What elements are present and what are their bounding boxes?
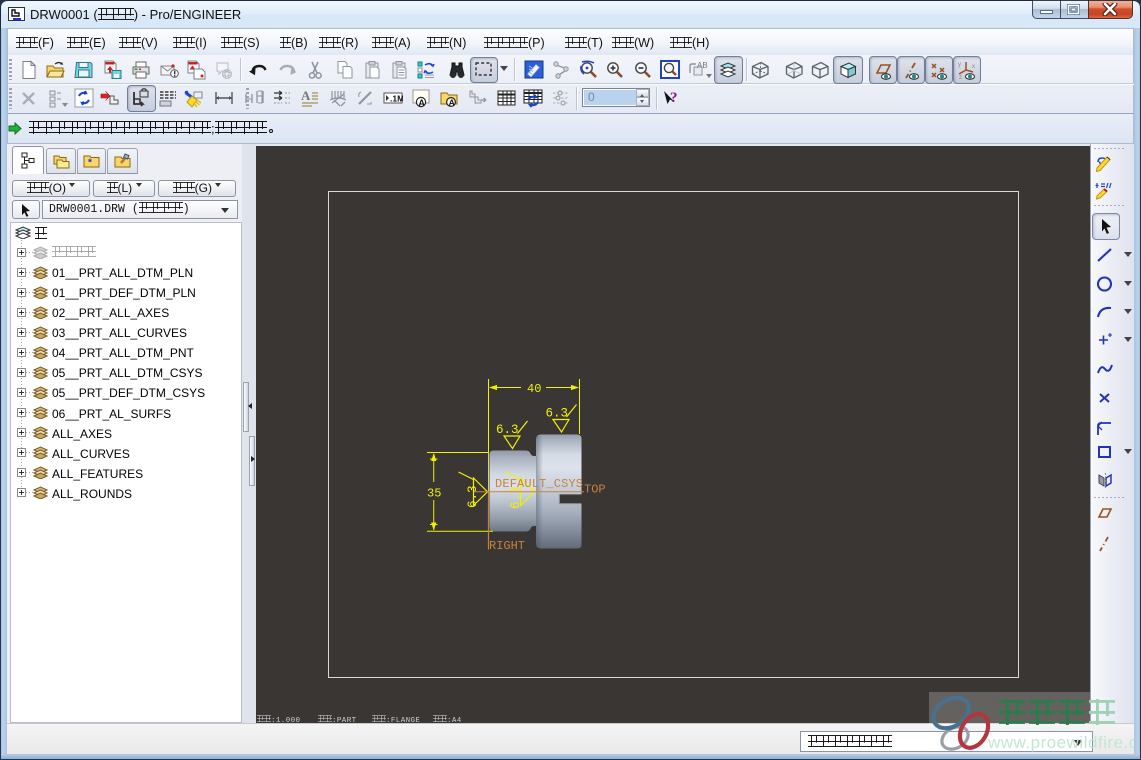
svg-text:y: y: [958, 62, 961, 68]
svg-text:RIGHT: RIGHT: [489, 539, 525, 553]
svg-text:TOP: TOP: [584, 483, 606, 497]
svg-text:*: *: [88, 158, 92, 169]
svg-text:6.3: 6.3: [546, 407, 569, 421]
svg-text:6.3: 6.3: [466, 485, 480, 508]
svg-text:AB: AB: [697, 61, 708, 70]
svg-text:40: 40: [527, 382, 541, 396]
svg-text:.1M: .1M: [390, 94, 403, 104]
svg-text:?: ?: [670, 90, 678, 106]
svg-text:DEFAULT_CSYS: DEFAULT_CSYS: [495, 477, 583, 491]
svg-text:x: x: [972, 64, 975, 70]
svg-text:A: A: [301, 88, 311, 103]
svg-text:z: z: [959, 75, 962, 80]
svg-text:A: A: [418, 98, 425, 108]
svg-text:35: 35: [427, 487, 441, 501]
svg-text:A: A: [449, 98, 455, 108]
svg-text:6.3: 6.3: [496, 423, 519, 437]
